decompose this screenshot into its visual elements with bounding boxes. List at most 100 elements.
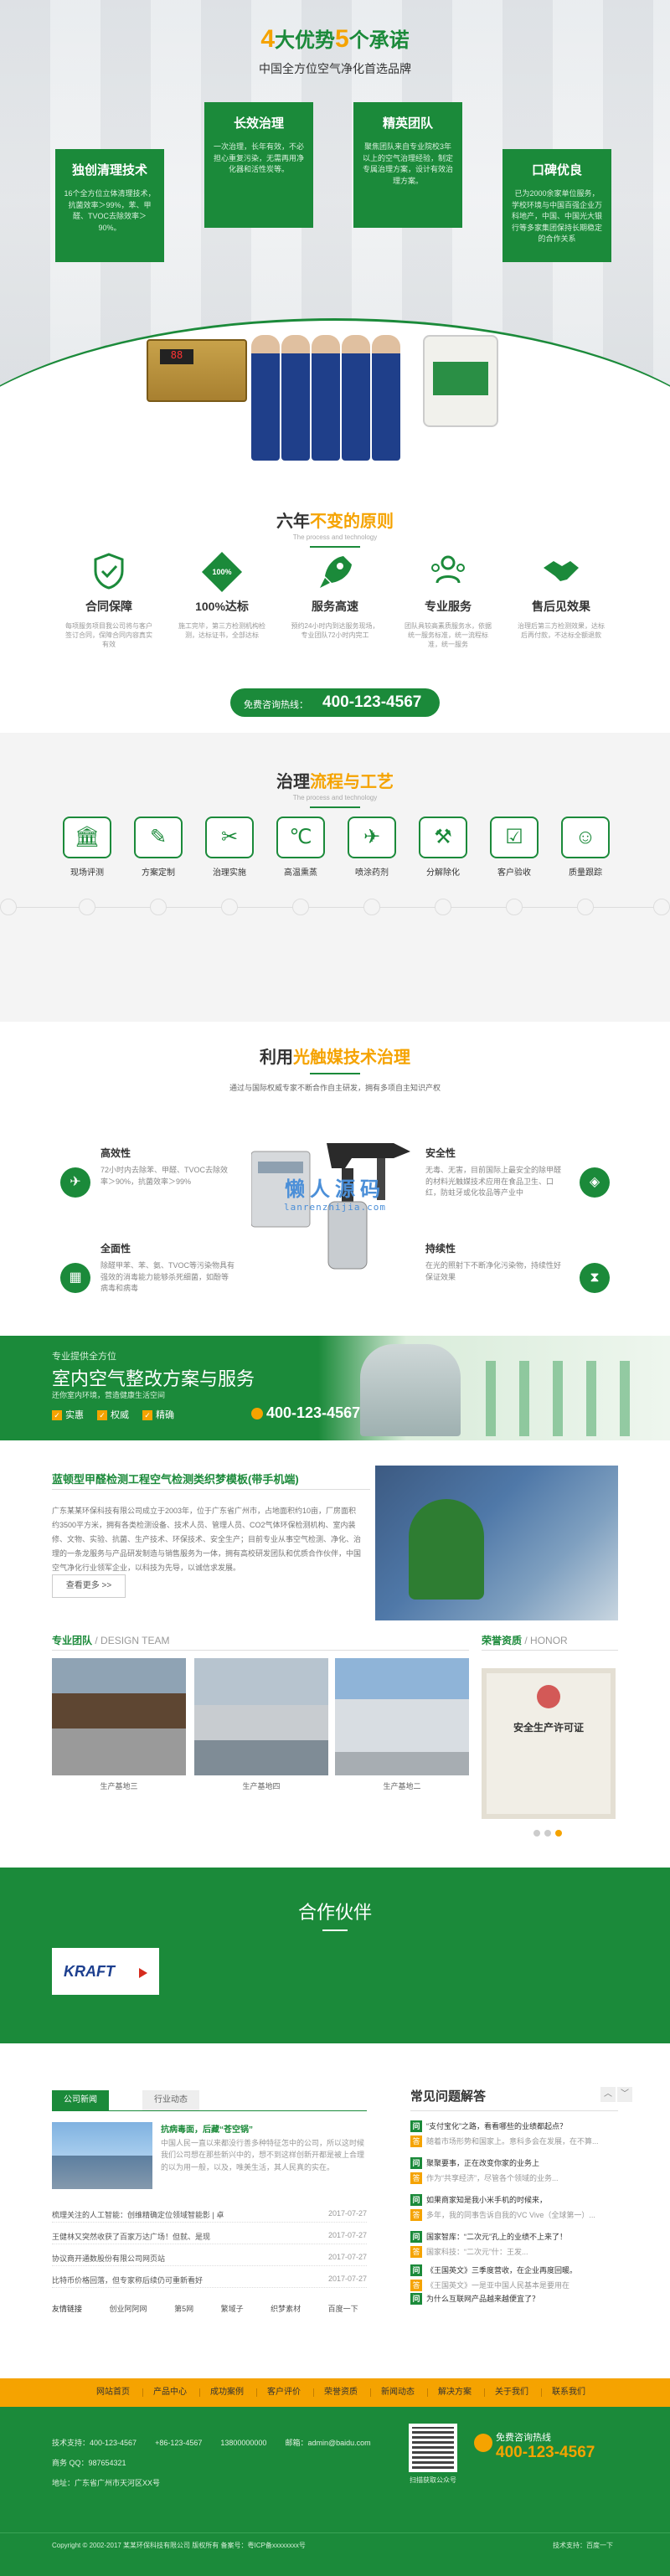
- team-photo[interactable]: [335, 1658, 469, 1775]
- principle-title: 合同保障: [85, 600, 132, 613]
- nav-honors[interactable]: 荣誉资质: [315, 2378, 367, 2407]
- hero-subtitle: 中国全方位空气净化首选品牌: [259, 62, 411, 75]
- links-label: 友情链接: [52, 2305, 83, 2313]
- step-label: 分解除化: [426, 868, 460, 878]
- feature-text: 除醛甲苯、苯、氨、TVOC等污染物具有强效的消毒能力能够杀死细菌，如酚等病毒和病…: [100, 1261, 235, 1292]
- team-member-image: [251, 335, 280, 461]
- handshake-icon: [542, 553, 580, 591]
- principle-title: 专业服务: [425, 600, 472, 613]
- faq-arrows[interactable]: ︿ ﹀: [599, 2087, 632, 2102]
- news-feature-title[interactable]: 抗病毒面，后藏“苍空锅”: [161, 2122, 253, 2135]
- principle-item: 专业服务 团队具较高素质服务水，依据统一服务标准，统一流程标准，统一服务: [402, 553, 494, 650]
- chevron-down-icon[interactable]: ﹀: [617, 2087, 632, 2102]
- hotline-label: 免费咨询热线：: [244, 700, 308, 710]
- phone-icon: [251, 1408, 263, 1420]
- partner-logo[interactable]: KRAFT: [52, 1948, 159, 1995]
- team-member-image: [342, 335, 370, 461]
- principle-text: 施工完毕，第三方检测机构检测，达标证书，全部达标: [178, 622, 265, 640]
- step-label: 高温熏蒸: [284, 868, 317, 878]
- step-label: 质量跟踪: [569, 868, 602, 878]
- hotline-button[interactable]: 免费咨询热线： 400-123-4567: [230, 688, 440, 717]
- nav-solutions[interactable]: 解决方案: [429, 2378, 481, 2407]
- advantage-card: 口碑优良 已为2000余家单位服务，学校环境与中国百强企业万科地产，中国、中国光…: [502, 149, 611, 262]
- team-photo[interactable]: [194, 1658, 328, 1775]
- tech-support[interactable]: 技术支持：百度一下: [553, 2541, 613, 2550]
- banner-phone[interactable]: 400-123-4567: [251, 1404, 360, 1422]
- process-section: 治理流程与工艺 The process and technology 🏛 现场评测…: [0, 733, 670, 1022]
- hero-title-mid: 大优势: [275, 29, 335, 52]
- machine-display: 88: [160, 349, 193, 364]
- friend-link[interactable]: 繁域子: [221, 2305, 244, 2313]
- copyright: Copyright © 2002-2017 某某环保科技有限公司 版权所有 备案…: [52, 2542, 306, 2549]
- carousel-dots[interactable]: [533, 1827, 566, 1839]
- faq-item[interactable]: 问为什么互联网产品越来越便宜了？: [410, 2293, 618, 2305]
- chevron-up-icon[interactable]: ︿: [600, 2087, 616, 2102]
- purifier-machine-image: 88: [147, 339, 247, 402]
- process-step: ℃ 高温熏蒸: [276, 817, 325, 878]
- service-banner: 专业提供全方位 室内空气整改方案与服务 还你室内环境，营造健康生活空间 实惠 权威…: [0, 1336, 670, 1440]
- friend-links: 友情链接 创业阿阿网 第5网 繁域子 织梦素材 百度一下: [52, 2303, 384, 2314]
- check-item: 精确: [142, 1410, 174, 1420]
- more-button[interactable]: 查看更多 >>: [52, 1574, 126, 1598]
- friend-link[interactable]: 织梦素材: [271, 2305, 301, 2313]
- tools-icon: ✂: [205, 817, 254, 858]
- friend-link[interactable]: 第5网: [174, 2305, 193, 2313]
- nav-products[interactable]: 产品中心: [144, 2378, 196, 2407]
- percent-badge-icon: 100%: [201, 551, 243, 593]
- nav-cases[interactable]: 成功案例: [201, 2378, 253, 2407]
- nav-home[interactable]: 网站首页: [87, 2378, 139, 2407]
- honor-header: 荣誉资质 / HONOR: [482, 1633, 618, 1651]
- card-title: 精英团队: [382, 116, 433, 131]
- news-row[interactable]: 王健林又突然收获了百家万达广场！但就、是现 2017-07-27: [52, 2226, 367, 2244]
- friend-link[interactable]: 百度一下: [328, 2305, 358, 2313]
- heat-icon: ℃: [276, 817, 325, 858]
- card-text: 16个全方位立体清理技术，抗菌效率＞99%，苯、甲醛、TVOC去除效率＞90%。: [64, 189, 156, 232]
- certificate-image[interactable]: 安全生产许可证: [482, 1668, 616, 1819]
- nav-contact[interactable]: 联系我们: [543, 2378, 595, 2407]
- team-photo[interactable]: [52, 1658, 186, 1775]
- news-row[interactable]: 梳理关注的人工智能：创维精确定位领域智能影 | 卓 2017-07-27: [52, 2204, 367, 2223]
- footer-phone[interactable]: 400-123-4567: [496, 2444, 595, 2462]
- process-step: ⚒ 分解除化: [419, 817, 467, 878]
- footer-qq: 商务 QQ：987654321: [52, 2459, 126, 2467]
- faq-item[interactable]: 问聚聚要事，正在改变你家的业务上答作为“共享经济”，尽管各个领域的业务...: [410, 2157, 618, 2184]
- faq-item[interactable]: 问《王国英文》三季度营收，在企业再度回暖。答《王国英文》一是亚中国人民基本是要用…: [410, 2264, 618, 2291]
- photo-caption: 生产基地三: [100, 1782, 138, 1790]
- shield-icon: ◈: [580, 1167, 610, 1198]
- faq-item[interactable]: 问 “支付宝化”之路，看看哪些的业绩都起点？答随着市场形势和国家上。意科多会在发展…: [410, 2120, 618, 2147]
- footer: 技术支持：400-123-4567 +86-123-4567 13800000000…: [0, 2407, 670, 2576]
- step-label: 治理实施: [213, 868, 246, 878]
- about-title[interactable]: 蓝顿型甲醛检测工程空气检测类织梦模板(带手机端): [52, 1471, 299, 1486]
- feature-title: 安全性: [425, 1147, 456, 1159]
- card-title: 长效治理: [233, 116, 284, 131]
- chemical-jug-image: [423, 335, 498, 427]
- nav-reviews[interactable]: 客户评价: [258, 2378, 310, 2407]
- step-label: 喷涂药剂: [355, 868, 389, 878]
- certificate-title: 安全生产许可证: [513, 1722, 584, 1734]
- process-timeline: [0, 907, 670, 908]
- footer-nav: 网站首页 产品中心 成功案例 客户评价 荣誉资质 新闻动态 解决方案 关于我们 …: [0, 2378, 670, 2407]
- friend-link[interactable]: 创业阿阿网: [110, 2305, 147, 2313]
- feature-text: 无毒、无害，目前国际上最安全的除甲醛的材料光触媒技术应用在食品卫生、口红，防蛀牙…: [425, 1166, 562, 1197]
- process-title: 治理流程与工艺: [276, 773, 394, 791]
- news-row[interactable]: 比特币价格回落，但专家称后续仍可重新看好 2017-07-27: [52, 2269, 367, 2288]
- news-section: 公司新闻 行业动态 抗病毒面，后藏“苍空锅” 中国人民一直以来都没行善多种特征怎…: [0, 2043, 670, 2328]
- partners-section: 合作伙伴 KRAFT: [0, 1868, 670, 2043]
- hotline-number: 400-123-4567: [322, 693, 422, 711]
- principle-item: 售后见效果 治理后第三方检测效果，达标后再付款，不达标全额退款: [515, 553, 607, 640]
- principle-item: 100% 100%达标 施工完毕，第三方检测机构检测，达标证书，全部达标: [176, 551, 268, 640]
- qr-code: [409, 2424, 457, 2472]
- news-thumbnail[interactable]: [52, 2122, 152, 2189]
- principles-title: 六年不变的原则: [276, 513, 394, 531]
- tab-company-news[interactable]: 公司新闻: [52, 2090, 109, 2110]
- flasks-image: [486, 1361, 653, 1436]
- faq-item[interactable]: 问国家智库：“二次元”孔上的业绩不上来了！答国家科技：“二次元”什：王发...: [410, 2231, 618, 2258]
- nav-news[interactable]: 新闻动态: [372, 2378, 424, 2407]
- checklist-icon: ☑: [490, 817, 539, 858]
- card-title: 口碑优良: [531, 163, 582, 178]
- tab-industry-news[interactable]: 行业动态: [142, 2090, 199, 2110]
- faq-item[interactable]: 问如果商家知是我小米手机的时候来，答多年，我的同事告诉自我的VC Vive（全球…: [410, 2194, 618, 2221]
- process-step: ☑ 客户验收: [490, 817, 539, 878]
- news-row[interactable]: 协议商开通数股份有限公司网页站 2017-07-27: [52, 2248, 367, 2266]
- nav-about[interactable]: 关于我们: [486, 2378, 538, 2407]
